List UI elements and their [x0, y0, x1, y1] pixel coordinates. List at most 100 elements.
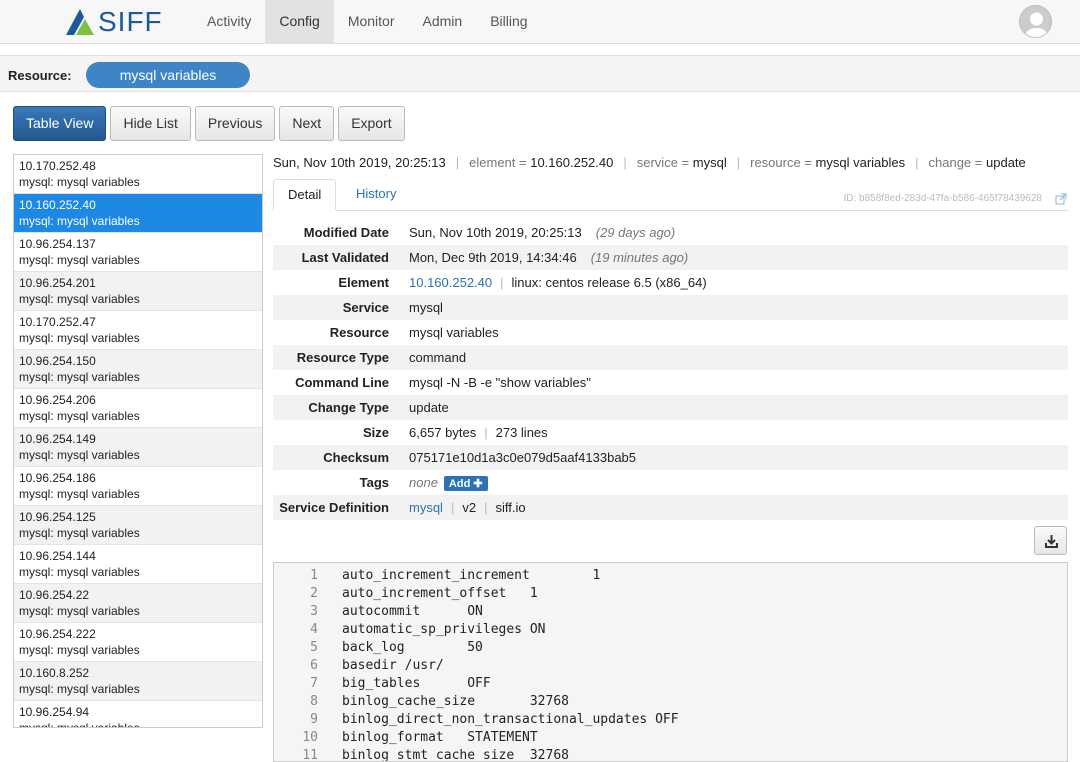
config-content-viewer[interactable]: 1 auto_increment_increment 1 2 auto_increm… — [273, 562, 1068, 762]
detail-key: Change Type — [308, 400, 389, 415]
detail-row-resource: Resource mysql variables — [273, 320, 1068, 345]
list-item-ip: 10.96.254.94 — [19, 705, 90, 719]
change-type-value: update — [409, 400, 449, 415]
list-item-ip: 10.96.254.186 — [19, 471, 96, 485]
list-item-sub: mysql: mysql variables — [19, 214, 140, 228]
export-button[interactable]: Export — [338, 106, 405, 141]
list-item-sub: mysql: mysql variables — [19, 370, 140, 384]
nav-config[interactable]: Config — [265, 0, 334, 44]
meta-element-value: 10.160.252.40 — [530, 155, 614, 170]
download-icon — [1045, 535, 1058, 548]
table-view-button[interactable]: Table View — [13, 106, 107, 141]
external-link-icon[interactable] — [1055, 193, 1067, 205]
list-item-sub: mysql: mysql variables — [19, 448, 140, 462]
list-item-ip: 10.96.254.137 — [19, 237, 96, 251]
add-tag-button[interactable]: Add ✚ — [443, 475, 488, 491]
list-item-ip: 10.160.252.40 — [19, 198, 96, 212]
detail-tabs: Detail History ID: b858f8ed-283d-47fa-b5… — [273, 179, 1068, 211]
detail-row-size: Size 6,657 bytes | 273 lines — [273, 420, 1068, 445]
detail-row-element: Element 10.160.252.40 | linux: centos relea… — [273, 270, 1068, 295]
list-item-sub: mysql: mysql variables — [19, 175, 140, 189]
size-bytes: 6,657 bytes — [409, 425, 477, 440]
detail-key: Resource — [329, 325, 389, 340]
list-item-ip: 10.96.254.125 — [19, 510, 96, 524]
detail-row-change-type: Change Type update — [273, 395, 1068, 420]
detail-row-service-def: Service Definition mysql | v2 | siff.io — [273, 495, 1068, 520]
line-text: binlog_format STATEMENT — [342, 730, 538, 745]
detail-row-resource-type: Resource Type command — [273, 345, 1068, 370]
list-item-ip: 10.96.254.22 — [19, 588, 90, 602]
size-lines: 273 lines — [495, 425, 548, 440]
detail-key: Checksum — [323, 450, 389, 465]
list-item[interactable]: 10.96.254.206 mysql: mysql variables — [14, 389, 262, 428]
plus-icon: ✚ — [473, 477, 483, 490]
list-item[interactable]: 10.170.252.48 mysql: mysql variables — [14, 155, 262, 194]
detail-key: Last Validated — [301, 250, 389, 265]
detail-key: Service Definition — [279, 500, 389, 515]
next-button[interactable]: Next — [279, 106, 335, 141]
service-def-version: v2 — [462, 500, 477, 515]
list-item[interactable]: 10.170.252.47 mysql: mysql variables — [14, 311, 262, 350]
resource-label: Resource: — [8, 68, 72, 83]
resource-type-value: command — [409, 350, 467, 365]
record-id: ID: b858f8ed-283d-47fa-b586-465f78439628 — [843, 193, 1043, 204]
list-item[interactable]: 10.96.254.125 mysql: mysql variables — [14, 506, 262, 545]
list-item[interactable]: 10.96.254.149 mysql: mysql variables — [14, 428, 262, 467]
code-line: 10 binlog_format STATEMENT — [274, 729, 1067, 747]
list-item[interactable]: 10.96.254.144 mysql: mysql variables — [14, 545, 262, 584]
download-button[interactable] — [1034, 526, 1067, 555]
list-item[interactable]: 10.160.8.252 mysql: mysql variables — [14, 662, 262, 701]
validated-date: Mon, Dec 9th 2019, 14:34:46 — [409, 250, 577, 265]
meta-change-key: change = — [928, 155, 983, 170]
meta-resource-key: resource = — [750, 155, 812, 170]
detail-row-validated: Last Validated Mon, Dec 9th 2019, 14:34:4… — [273, 245, 1068, 270]
list-item[interactable]: 10.160.252.40 mysql: mysql variables — [14, 194, 262, 233]
meta-resource-value: mysql variables — [815, 155, 906, 170]
tab-history[interactable]: History — [342, 179, 410, 211]
logo-text: SIFF — [98, 6, 163, 37]
nav-activity[interactable]: Activity — [193, 0, 265, 44]
hide-list-button[interactable]: Hide List — [110, 106, 191, 141]
tab-detail[interactable]: Detail — [273, 179, 337, 211]
list-item[interactable]: 10.96.254.201 mysql: mysql variables — [14, 272, 262, 311]
service-def-link[interactable]: mysql — [409, 500, 443, 515]
list-item[interactable]: 10.96.254.94 mysql: mysql variables — [14, 701, 262, 727]
list-item[interactable]: 10.96.254.137 mysql: mysql variables — [14, 233, 262, 272]
add-tag-label: Add — [448, 477, 471, 490]
siff-logo[interactable]: SIFF — [66, 8, 163, 36]
line-number: 1 — [310, 568, 318, 583]
meta-service-value: mysql — [692, 155, 727, 170]
nav-admin[interactable]: Admin — [409, 0, 477, 44]
code-line: 6 basedir /usr/ — [274, 657, 1067, 675]
line-text: automatic_sp_privileges ON — [342, 622, 546, 637]
list-item-ip: 10.96.254.144 — [19, 549, 96, 563]
list-item[interactable]: 10.96.254.186 mysql: mysql variables — [14, 467, 262, 506]
list-item-sub: mysql: mysql variables — [19, 331, 140, 345]
list-item-sub: mysql: mysql variables — [19, 604, 140, 618]
line-number: 3 — [310, 604, 318, 619]
list-item[interactable]: 10.96.254.222 mysql: mysql variables — [14, 623, 262, 662]
nav-monitor[interactable]: Monitor — [334, 0, 409, 44]
nav-billing[interactable]: Billing — [476, 0, 541, 44]
resource-list[interactable]: 10.170.252.48 mysql: mysql variables 10.1… — [13, 154, 263, 728]
element-os: linux: centos release 6.5 (x86_64) — [511, 275, 707, 290]
code-line: 2 auto_increment_offset 1 — [274, 585, 1067, 603]
list-item-sub: mysql: mysql variables — [19, 487, 140, 501]
previous-button[interactable]: Previous — [194, 106, 276, 141]
code-line: 11 binlog_stmt_cache_size 32768 — [274, 747, 1067, 761]
list-item-ip: 10.170.252.47 — [19, 315, 96, 329]
user-avatar-icon[interactable] — [1019, 5, 1052, 38]
code-line: 8 binlog_cache_size 32768 — [274, 693, 1067, 711]
list-item[interactable]: 10.96.254.150 mysql: mysql variables — [14, 350, 262, 389]
line-number: 9 — [310, 712, 318, 727]
service-def-source: siff.io — [495, 500, 526, 515]
element-link[interactable]: 10.160.252.40 — [409, 275, 492, 290]
detail-key: Service — [342, 300, 389, 315]
line-number: 7 — [310, 676, 318, 691]
code-line: 7 big_tables OFF — [274, 675, 1067, 693]
line-text: auto_increment_offset 1 — [342, 586, 538, 601]
list-item-sub: mysql: mysql variables — [19, 682, 140, 696]
resource-selector[interactable]: mysql variables — [86, 62, 250, 88]
list-item[interactable]: 10.96.254.22 mysql: mysql variables — [14, 584, 262, 623]
meta-service-key: service = — [636, 155, 690, 170]
